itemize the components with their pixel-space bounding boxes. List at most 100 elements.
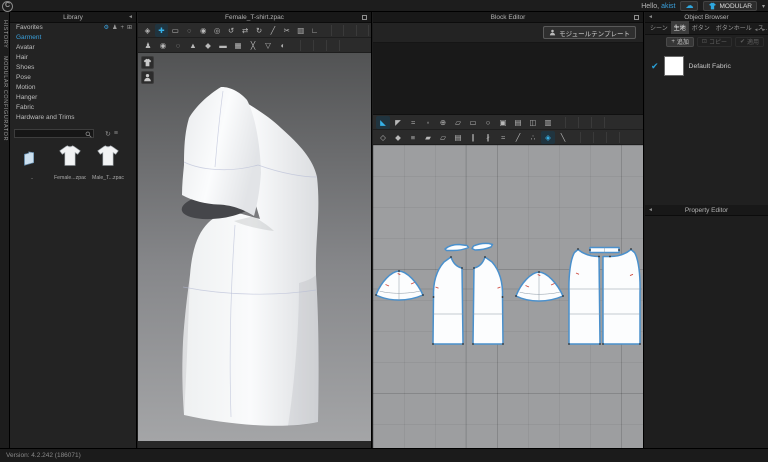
pattern-point[interactable] (515, 295, 517, 297)
tab-history[interactable]: HISTORY (2, 20, 8, 48)
maximize-icon[interactable] (362, 15, 367, 20)
sew-active-icon[interactable]: ◈ (541, 131, 555, 144)
pattern-2d-canvas[interactable] (373, 145, 643, 448)
pattern-sleeve-left[interactable] (376, 271, 423, 300)
pattern-point[interactable] (639, 343, 641, 345)
sidebar-item-pose[interactable]: Pose (10, 73, 136, 83)
modular-mode-button[interactable]: MODULAR (703, 1, 757, 11)
pleat-icon[interactable]: ≡ (406, 131, 420, 144)
show-avatar-button[interactable] (141, 71, 154, 84)
reset-arrangement-icon[interactable]: ↺ (225, 24, 238, 37)
tab-scroll-arrows[interactable]: ◄ ► (754, 27, 767, 32)
fabric-list-item[interactable]: ✔Default Fabric (651, 56, 768, 76)
pattern-point[interactable] (432, 343, 434, 345)
edit-curve-point-icon[interactable]: ◦ (421, 116, 435, 129)
pattern-back-left[interactable] (569, 250, 600, 345)
fit-check-icon[interactable]: ◐ (276, 39, 290, 52)
move-pattern-icon[interactable]: ⇄ (239, 24, 252, 37)
pattern-point[interactable] (577, 248, 579, 250)
select-mesh-icon[interactable]: ◉ (197, 24, 210, 37)
tab-[interactable]: ボタンホール (713, 21, 755, 34)
pattern-point[interactable] (602, 343, 604, 345)
dart-icon[interactable]: ◇ (376, 131, 390, 144)
trace-icon[interactable]: ◫ (526, 116, 540, 129)
sidebar-item-hanger[interactable]: Hanger (10, 93, 136, 103)
avatar-display-icon[interactable]: ♟ (141, 39, 155, 52)
select-lasso-icon[interactable]: ◌ (183, 24, 196, 37)
lib-settings-icon[interactable]: ⚙ (104, 23, 109, 33)
seam-allowance-icon[interactable]: ▥ (541, 116, 555, 129)
tab-[interactable]: 生地 (671, 21, 689, 34)
pattern-point[interactable] (433, 296, 435, 298)
sidebar-item-garment[interactable]: Garment (10, 33, 136, 43)
sidebar-item-hardware-and-trims[interactable]: Hardware and Trims (10, 113, 136, 123)
cloud-sync-button[interactable]: ☁ (680, 1, 698, 11)
sidebar-item-favorites[interactable]: Favorites⚙♟+⊞ (10, 23, 136, 33)
shoes-icon[interactable]: ◆ (201, 39, 215, 52)
file-thumbnail-male-t-zpac[interactable]: Male_T...zpac (92, 144, 124, 181)
transform-pattern-icon[interactable]: ◣ (376, 116, 390, 129)
pattern-point[interactable] (598, 256, 600, 258)
lib-add-folder-icon[interactable]: ⊞ (127, 23, 132, 33)
pattern-point[interactable] (502, 296, 504, 298)
add-point-icon[interactable]: ⊕ (436, 116, 450, 129)
sew-free-icon[interactable]: ∦ (481, 131, 495, 144)
measure-3d-icon[interactable]: ∟ (308, 24, 321, 37)
rectangle-icon[interactable]: ▭ (466, 116, 480, 129)
pattern-point[interactable] (599, 343, 601, 345)
pattern-point[interactable] (375, 294, 377, 296)
pose-icon[interactable]: ▲ (186, 39, 200, 52)
pattern-point[interactable] (630, 248, 632, 250)
sidebar-item-avatar[interactable]: Avatar (10, 43, 136, 53)
pattern-point[interactable] (538, 271, 540, 273)
polygon-icon[interactable]: ▱ (451, 116, 465, 129)
notch-tool-icon[interactable]: ▱ (436, 131, 450, 144)
circle-icon[interactable]: ○ (481, 116, 495, 129)
grading-icon[interactable]: ╲ (556, 131, 570, 144)
collapse-icon[interactable]: ◄ (128, 14, 133, 20)
simulate-icon[interactable]: ◈ (141, 24, 154, 37)
edit-curvature-icon[interactable]: ≈ (406, 116, 420, 129)
pattern-point[interactable] (568, 343, 570, 345)
sew-mn-icon[interactable]: ≈ (496, 131, 510, 144)
pattern-point[interactable] (502, 343, 504, 345)
pattern-point[interactable] (472, 343, 474, 345)
avatar-measure-icon[interactable]: ╳ (246, 39, 260, 52)
pattern-neckband-right[interactable] (472, 243, 493, 250)
pattern-sleeve-right[interactable] (516, 272, 563, 301)
pattern-point[interactable] (462, 343, 464, 345)
edit-pattern-icon[interactable]: ◤ (391, 116, 405, 129)
show-avatar-icon[interactable]: ◉ (156, 39, 170, 52)
sidebar-item-fabric[interactable]: Fabric (10, 103, 136, 113)
lib-add-icon[interactable]: + (120, 23, 124, 33)
pattern-image-icon[interactable]: ▤ (511, 116, 525, 129)
module-template-button[interactable]: モジュールテンプレート (543, 26, 636, 39)
lib-user-icon[interactable]: ♟ (112, 23, 117, 33)
flip-pattern-icon[interactable]: ↻ (253, 24, 266, 37)
sew-segment-icon[interactable]: ∥ (466, 131, 480, 144)
username[interactable]: akist (661, 3, 675, 10)
pattern-point[interactable] (589, 249, 591, 251)
account-dropdown[interactable]: ▾ (762, 3, 765, 10)
merge-dart-icon[interactable]: ◆ (391, 131, 405, 144)
pattern-back-right[interactable] (603, 250, 640, 345)
pattern-point[interactable] (473, 267, 475, 269)
sidebar-item-hair[interactable]: Hair (10, 53, 136, 63)
pattern-point[interactable] (461, 267, 463, 269)
pattern-point[interactable] (398, 270, 400, 272)
pattern-front-left[interactable] (433, 257, 463, 344)
refresh-icon[interactable]: ↻ (105, 130, 111, 138)
tab-[interactable]: シーン (647, 21, 671, 34)
select-box-icon[interactable]: ▭ (169, 24, 182, 37)
file-thumbnail-[interactable]: .. (16, 149, 48, 181)
sidebar-item-shoes[interactable]: Shoes (10, 63, 136, 73)
file-thumbnail-female-zpac[interactable]: Female...zpac (54, 144, 86, 181)
pattern-point[interactable] (450, 256, 452, 258)
hanger-icon[interactable]: ▽ (261, 39, 275, 52)
viewport-3d-canvas[interactable] (138, 53, 371, 441)
pattern-front-right[interactable] (473, 257, 503, 344)
sidebar-item-motion[interactable]: Motion (10, 83, 136, 93)
flatten-icon[interactable]: ▤ (451, 131, 465, 144)
edit-sewing-icon[interactable]: ╱ (511, 131, 525, 144)
hide-avatar-icon[interactable]: ◌ (171, 39, 185, 52)
